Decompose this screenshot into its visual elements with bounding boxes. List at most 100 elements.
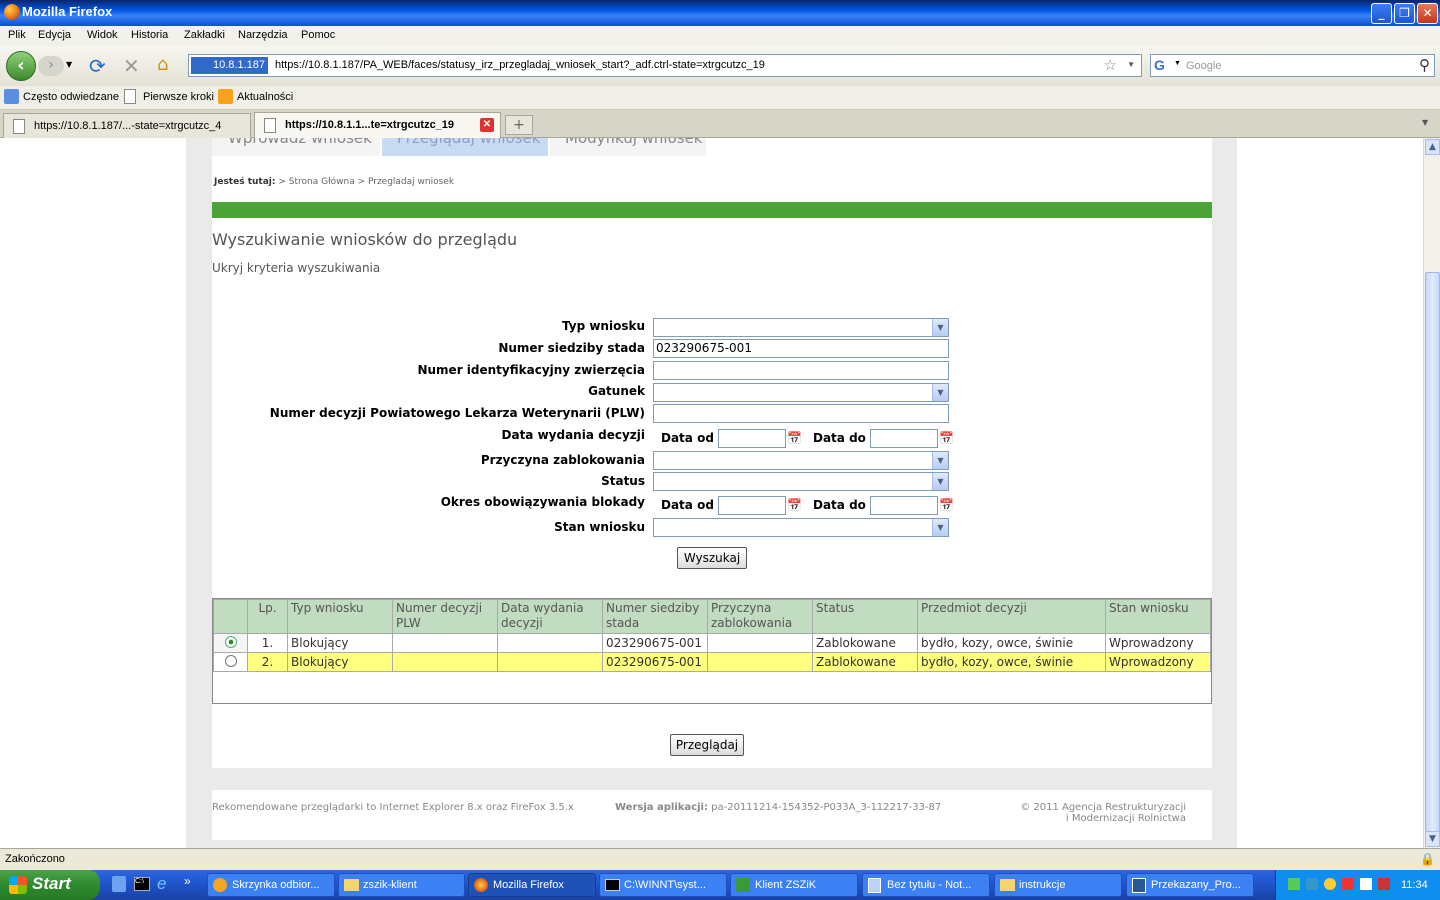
tab-list-dropdown-icon[interactable]: ▼ [1422, 118, 1428, 127]
row-radio-selected[interactable] [213, 633, 248, 653]
close-tab-icon[interactable]: ✕ [480, 118, 494, 132]
table-row[interactable]: 1. Blokujący 023290675-001 Zablokowane b… [213, 633, 1211, 653]
task-klient-zszik[interactable]: Klient ZSZiK [730, 873, 858, 897]
bookmark-star-icon[interactable]: ☆ [1104, 56, 1117, 74]
data-wydania-od-input[interactable] [718, 429, 786, 448]
gatunek-select[interactable]: ▼ [653, 383, 949, 402]
tab-1[interactable]: https://10.8.1.187/...-state=xtrgcutzc_4 [3, 113, 251, 138]
browse-button[interactable]: Przeglądaj [670, 734, 744, 756]
notepad-icon [868, 878, 881, 893]
status-select[interactable]: ▼ [653, 472, 949, 491]
forward-button[interactable]: › [38, 56, 64, 76]
tray-icon[interactable] [1378, 878, 1390, 890]
task-instrukcje[interactable]: instrukcje [994, 873, 1122, 897]
firefox-logo-icon [4, 4, 20, 20]
breadcrumb-path[interactable]: > Strona Główna > Przegladaj wniosek [278, 177, 454, 187]
cell-status: Zablokowane [812, 652, 918, 672]
top-tab-wprowadz[interactable]: Wprowadź wniosek [212, 138, 380, 156]
przyczyna-select[interactable]: ▼ [653, 451, 949, 470]
calendar-icon[interactable]: 📅 [787, 430, 804, 447]
tray-icon[interactable] [1288, 878, 1300, 890]
url-text: https://10.8.1.187/PA_WEB/faces/statusy_… [275, 59, 765, 71]
task-skrzynka[interactable]: Skrzynka odbior... [207, 873, 335, 897]
quicklaunch-explorer-icon[interactable] [112, 876, 126, 892]
numer-siedziby-input[interactable]: 023290675-001 [653, 339, 949, 358]
task-firefox[interactable]: Mozilla Firefox [468, 873, 596, 897]
search-box[interactable]: G ▼ Google ⚲ [1150, 54, 1435, 77]
bookmark-czesto-odwiedzane[interactable]: Często odwiedzane [23, 91, 119, 103]
calendar-icon[interactable]: 📅 [939, 497, 956, 514]
menu-zakladki[interactable]: Zakładki [184, 29, 225, 41]
site-identity-badge[interactable]: 10.8.1.187 [191, 57, 268, 74]
google-engine-icon[interactable]: G [1154, 57, 1172, 74]
tray-icon[interactable] [1324, 878, 1336, 890]
status-text: Zakończono [5, 853, 65, 865]
task-zszik-klient[interactable]: zszik-klient [338, 873, 465, 897]
okres-od-input[interactable] [718, 496, 786, 515]
numer-decyzji-input[interactable] [653, 404, 949, 423]
tab-2[interactable]: https://10.8.1.1...te=xtrgcutzc_19 ✕ [254, 112, 501, 138]
task-notatnik[interactable]: Bez tytułu - Not... [862, 873, 990, 897]
quicklaunch-ie-icon[interactable]: e [157, 874, 166, 894]
scroll-down-icon[interactable]: ▼ [1425, 831, 1440, 847]
home-icon[interactable]: ⌂ [157, 54, 168, 75]
address-bar[interactable]: 10.8.1.187 https://10.8.1.187/PA_WEB/fac… [188, 54, 1142, 77]
close-button[interactable]: ✕ [1417, 3, 1438, 24]
scroll-thumb[interactable] [1425, 272, 1440, 832]
data-wydania-do-input[interactable] [870, 429, 938, 448]
label-numer-zwierzecia: Numer identyfikacyjny zwierzęcia [417, 363, 645, 377]
task-przekazany[interactable]: Przekazany_Pro... [1126, 873, 1254, 897]
url-dropdown-icon[interactable]: ▼ [1127, 60, 1135, 69]
table-row[interactable]: 2. Blokujący 023290675-001 Zablokowane b… [213, 652, 1211, 672]
minimize-button[interactable]: _ [1371, 3, 1392, 24]
menu-historia[interactable]: Historia [131, 29, 168, 41]
radio-selected-icon[interactable] [224, 635, 237, 648]
window-title: Mozilla Firefox [22, 4, 113, 19]
reload-icon[interactable]: ⟳ [89, 54, 106, 78]
scroll-up-icon[interactable]: ▲ [1425, 139, 1440, 155]
menu-narzedzia[interactable]: Narzędzia [238, 29, 288, 41]
search-icon[interactable]: ⚲ [1419, 56, 1430, 74]
start-button[interactable]: Start [0, 870, 100, 900]
top-tab-przegladaj[interactable]: Przeglądaj wniosek [382, 138, 548, 156]
hide-criteria-link[interactable]: Ukryj kryteria wyszukiwania [212, 261, 380, 275]
top-tab-modyfikuj[interactable]: Modyfikuj wniosek [550, 138, 706, 156]
menu-pomoc[interactable]: Pomoc [301, 29, 335, 41]
clock[interactable]: 11:34 [1401, 879, 1428, 891]
cmd-icon [605, 879, 620, 891]
radio-icon[interactable] [224, 654, 237, 667]
calendar-icon[interactable]: 📅 [787, 497, 804, 514]
cell-lp: 2. [247, 652, 288, 672]
chevron-down-icon: ▼ [932, 452, 948, 469]
new-tab-button[interactable]: + [505, 115, 533, 135]
stop-icon[interactable]: ✕ [123, 54, 140, 78]
maximize-button[interactable]: ❐ [1394, 3, 1415, 24]
stan-wniosku-select[interactable]: ▼ [653, 518, 949, 537]
quicklaunch-cmd-icon[interactable]: C:\ [134, 877, 150, 891]
calendar-icon[interactable]: 📅 [939, 430, 956, 447]
engine-dropdown-icon[interactable]: ▼ [1174, 60, 1181, 67]
typ-wniosku-select[interactable]: ▼ [653, 318, 949, 337]
bookmark-pierwsze-kroki[interactable]: Pierwsze kroki [143, 91, 214, 103]
menu-plik[interactable]: Plik [8, 29, 26, 41]
taskbar: Start C:\ e » Skrzynka odbior... zszik-k… [0, 870, 1440, 900]
menu-edycja[interactable]: Edycja [38, 29, 71, 41]
okres-do-input[interactable] [870, 496, 938, 515]
tray-icon[interactable] [1306, 878, 1318, 890]
tab-strip: https://10.8.1.187/...-state=xtrgcutzc_4… [0, 110, 1440, 138]
cell-przyczyna [707, 633, 813, 653]
menu-widok[interactable]: Widok [87, 29, 118, 41]
tray-icon[interactable] [1360, 878, 1372, 890]
numer-zwierzecia-input[interactable] [653, 361, 949, 380]
vertical-scrollbar[interactable]: ▲ ▼ [1423, 138, 1440, 848]
search-button[interactable]: Wyszukaj [677, 547, 747, 569]
page-title: Wyszukiwanie wniosków do przeglądu [212, 230, 518, 249]
history-dropdown-icon[interactable]: ▼ [66, 60, 72, 69]
breadcrumb: Jesteś tutaj: > Strona Główna > Przeglad… [214, 177, 454, 187]
tray-icon[interactable] [1342, 878, 1354, 890]
task-cmd[interactable]: C:\WINNT\syst... [599, 873, 727, 897]
bookmark-aktualnosci[interactable]: Aktualności [237, 91, 293, 103]
back-button[interactable]: ‹ [6, 51, 36, 81]
quicklaunch-more-icon[interactable]: » [184, 874, 191, 888]
row-radio[interactable] [213, 652, 248, 672]
